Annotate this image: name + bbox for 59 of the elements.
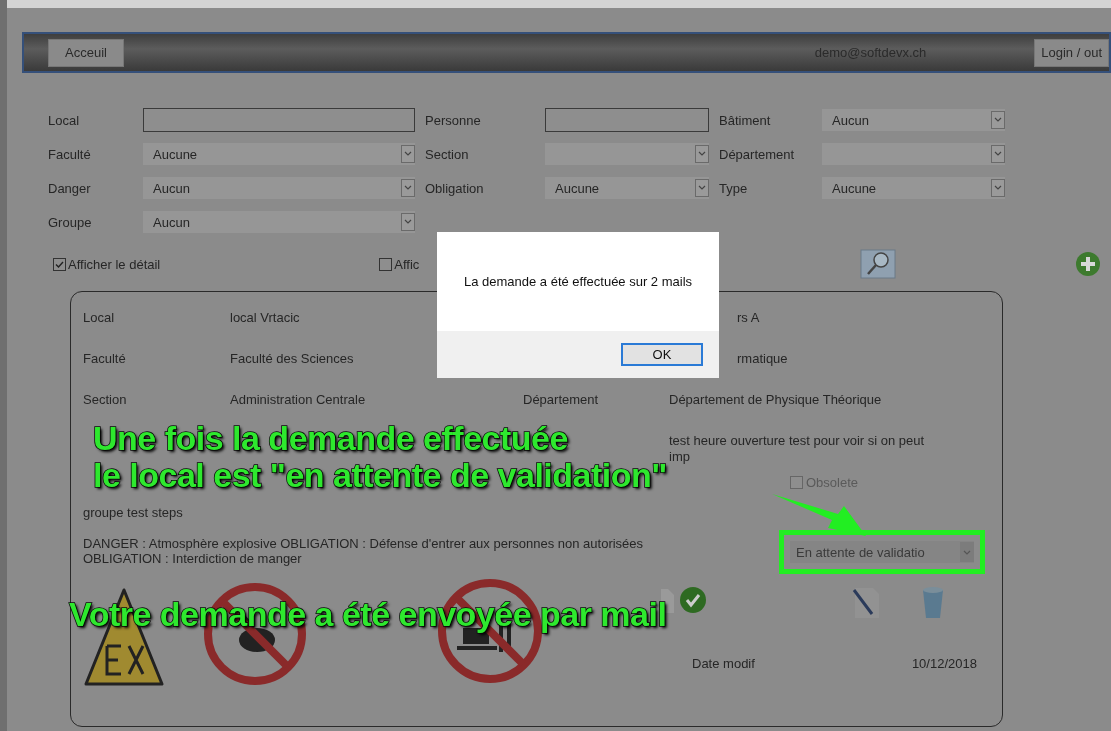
field-label: Section [83,392,128,407]
field-value: Administration Centrale [230,392,367,407]
field-label: Faculté [83,351,127,366]
filter-label: Local [48,112,81,128]
text-field[interactable] [545,108,709,132]
hazard-text: DANGER : Atmosphère explosive OBLIGATION : Défense d'entrer aux personnes non autorisées OBLIGATION : Interdiction de manger [83,536,645,566]
group-name: groupe test steps [83,505,184,520]
pencil-icon[interactable] [851,586,881,620]
filter-label: Section [425,146,470,162]
filter-label: Département [719,146,796,162]
filter-label: Type [719,180,749,196]
checkbox[interactable] [790,476,803,489]
filter-label: Bâtiment [719,112,772,128]
filter-label: Groupe [48,214,93,230]
caret-icon [991,145,1005,163]
field-value: rmatique [736,351,789,367]
select-field[interactable] [545,143,709,165]
caret-icon [695,145,709,163]
caret-icon [695,179,709,197]
select-field[interactable]: Aucune [822,177,1005,199]
field-label: Département [523,392,600,407]
filter-label: Obligation [425,180,485,196]
caret-icon [401,179,415,197]
annotation-text: Une fois la demande effectuée le local est "en attente de validation" [93,420,667,494]
checkbox-label: Affic [394,256,420,272]
caret-icon [963,549,971,555]
select-field[interactable]: Aucun [143,211,415,233]
checkbox[interactable] [53,257,66,271]
caret-icon [401,213,415,231]
checkbox-label: Afficher le détail [68,256,161,272]
add-icon[interactable] [1075,251,1101,277]
check-icon[interactable] [679,586,707,614]
filter-label: Danger [48,180,92,196]
text-field[interactable] [143,108,415,132]
select-field[interactable]: Aucune [545,177,709,199]
caret-icon [401,145,415,163]
dialog-message: La demande a été effectuée sur 2 mails [462,273,694,291]
caret-icon [991,111,1005,129]
search-icon[interactable] [860,249,896,279]
select-field[interactable]: Aucun [822,109,1005,131]
field-value: test heure ouverture test pour voir si on peut imp [669,433,926,465]
select-field[interactable] [822,143,1005,165]
field-value: Faculté des Sciences [230,351,355,366]
field-value: local Vrtacic [230,310,301,325]
field-value: Département de Physique Théorique [669,392,883,408]
status-select[interactable]: En attente de validatio [790,541,974,563]
home-button[interactable]: Acceuil [48,38,124,67]
select-field[interactable]: Aucun [143,177,415,199]
ok-button[interactable]: OK [621,343,703,366]
checkbox[interactable] [379,257,393,271]
field-label: Local [83,310,116,325]
filter-label: Personne [425,112,482,128]
filter-label: Faculté [48,146,92,162]
field-value: rs A [736,310,761,326]
select-field[interactable]: Aucune [143,143,415,165]
caret-icon [991,179,1005,197]
date-label: Date modif [692,656,755,671]
date-value: 10/12/2018 [911,656,977,671]
login-button[interactable]: Login / out [1034,38,1109,67]
